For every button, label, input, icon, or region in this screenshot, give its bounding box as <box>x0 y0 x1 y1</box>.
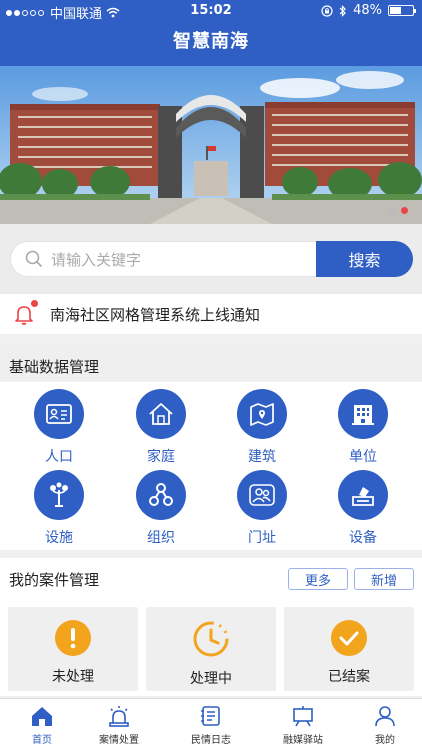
grid-label: 单位 <box>349 449 377 465</box>
building-icon <box>338 389 388 439</box>
grid-label: 组织 <box>147 530 175 546</box>
basic-data-header: 基础数据管理 <box>0 348 422 384</box>
tab-bar: 首页 案情处置 民情日志 融媒驿站 我的 <box>0 698 422 750</box>
battery-icon <box>388 5 416 16</box>
tab-label: 首页 <box>32 735 52 746</box>
battery-percent: 48% <box>353 3 382 18</box>
tab-case-handling[interactable]: 案情处置 <box>77 705 161 746</box>
grid-item-device[interactable]: 设备 <box>312 470 414 547</box>
media-icon <box>293 706 313 727</box>
search-bar: 请输入关键字 搜索 <box>0 224 422 294</box>
pager-dot[interactable] <box>388 207 395 214</box>
notice-bar[interactable]: 南海社区网格管理系统上线通知 <box>0 294 422 334</box>
campus-gate-image <box>0 66 422 224</box>
log-icon <box>201 706 220 726</box>
card-label: 已结案 <box>328 669 370 685</box>
tab-label: 民情日志 <box>191 735 231 746</box>
add-case-button[interactable]: 新增 <box>354 568 414 590</box>
map-icon <box>237 389 287 439</box>
rotation-lock-icon <box>321 4 333 17</box>
grid-label: 设备 <box>349 530 377 546</box>
device-icon <box>338 470 388 520</box>
basic-data-grid: 人口 家庭 建筑 单位 设施 组织 门址 设备 <box>0 382 422 550</box>
grid-label: 家庭 <box>147 449 175 465</box>
id-card-icon <box>34 389 84 439</box>
banner-pager[interactable] <box>388 207 408 214</box>
organization-icon <box>136 470 186 520</box>
cases-header: 我的案件管理 更多 新增 <box>0 558 422 600</box>
home-icon <box>136 389 186 439</box>
bluetooth-icon <box>339 4 346 17</box>
tab-media-station[interactable]: 融媒驿站 <box>261 705 345 746</box>
card-processing[interactable]: 处理中 <box>146 607 276 691</box>
home-icon <box>32 707 52 726</box>
grid-item-organization[interactable]: 组织 <box>110 470 212 547</box>
section-title: 基础数据管理 <box>9 357 100 376</box>
card-label: 处理中 <box>190 671 232 687</box>
card-label: 未处理 <box>52 669 94 685</box>
clock-icon <box>193 621 229 657</box>
alarm-icon <box>109 706 129 727</box>
exclamation-icon <box>55 620 91 656</box>
grid-item-facility[interactable]: 设施 <box>8 470 110 547</box>
status-right: 48% <box>321 3 416 18</box>
search-input[interactable]: 请输入关键字 <box>10 241 320 277</box>
people-icon <box>237 470 287 520</box>
card-unprocessed[interactable]: 未处理 <box>8 607 138 691</box>
tab-mine[interactable]: 我的 <box>343 705 422 746</box>
banner-carousel[interactable] <box>0 66 422 224</box>
user-icon <box>375 706 395 727</box>
tab-label: 案情处置 <box>99 735 139 746</box>
tab-public-log[interactable]: 民情日志 <box>169 705 253 746</box>
card-closed[interactable]: 已结案 <box>284 607 414 691</box>
check-icon <box>331 620 367 656</box>
tab-label: 我的 <box>375 735 395 746</box>
page-title: 智慧南海 <box>0 22 422 66</box>
status-bar: 中国联通 15:02 48% <box>0 0 422 22</box>
grid-label: 建筑 <box>248 449 276 465</box>
grid-label: 设施 <box>45 530 73 546</box>
grid-label: 门址 <box>248 530 276 546</box>
tab-label: 融媒驿站 <box>283 735 323 746</box>
search-button[interactable]: 搜索 <box>316 241 413 277</box>
notice-text: 南海社区网格管理系统上线通知 <box>50 305 261 324</box>
grid-item-family[interactable]: 家庭 <box>110 389 212 466</box>
grid-item-population[interactable]: 人口 <box>8 389 110 466</box>
grid-label: 人口 <box>45 449 73 465</box>
case-status-cards: 未处理 处理中 已结案 <box>0 600 422 696</box>
tab-home[interactable]: 首页 <box>0 705 84 746</box>
grid-item-address[interactable]: 门址 <box>211 470 313 547</box>
search-placeholder: 请输入关键字 <box>51 250 142 269</box>
pager-dot-active[interactable] <box>401 207 408 214</box>
search-icon <box>25 250 43 268</box>
grid-item-unit[interactable]: 单位 <box>312 389 414 466</box>
grid-item-building[interactable]: 建筑 <box>211 389 313 466</box>
more-button[interactable]: 更多 <box>288 568 348 590</box>
bell-icon <box>12 300 38 326</box>
streetlamp-icon <box>34 470 84 520</box>
section-title: 我的案件管理 <box>9 571 100 589</box>
